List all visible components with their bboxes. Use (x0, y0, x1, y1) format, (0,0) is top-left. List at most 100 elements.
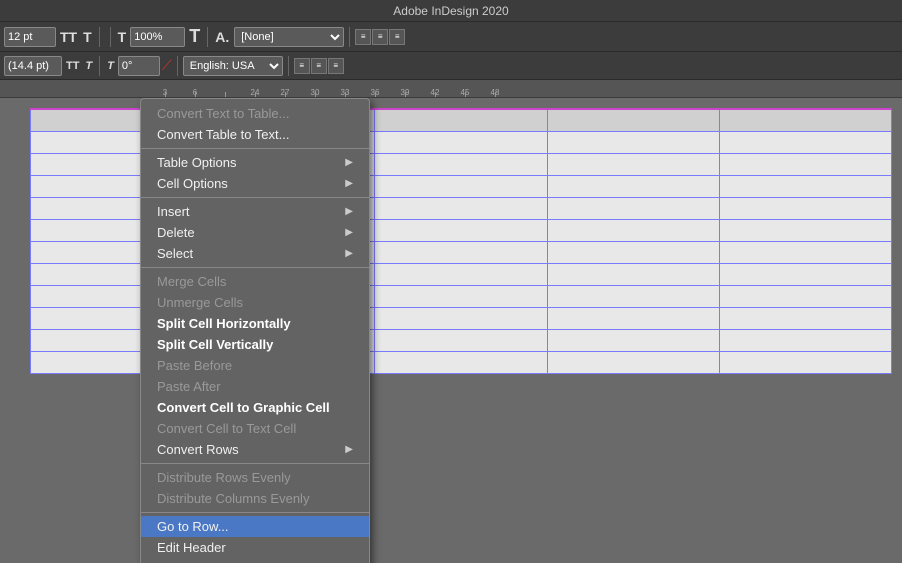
menu-item-table-options[interactable]: Table Options ▶ (141, 152, 369, 173)
menu-item-edit-footer[interactable]: Edit Footer (141, 558, 369, 563)
menu-item-label: Select (157, 246, 345, 261)
ruler-marks: 3 6 24 27 30 33 36 39 42 45 48 (0, 88, 902, 97)
align-right-btn[interactable]: ≡ (389, 29, 405, 45)
table-cell[interactable] (719, 285, 891, 307)
table-cell[interactable] (375, 109, 547, 131)
table-cell[interactable] (375, 263, 547, 285)
menu-item-paste-after[interactable]: Paste After (141, 376, 369, 397)
table-cell[interactable] (719, 307, 891, 329)
leading-input[interactable] (4, 56, 62, 76)
menu-item-label: Delete (157, 225, 345, 240)
menu-item-split-cell-horizontally[interactable]: Split Cell Horizontally (141, 313, 369, 334)
table-cell[interactable] (375, 241, 547, 263)
divider-7 (288, 56, 289, 76)
table-cell[interactable] (547, 219, 719, 241)
submenu-arrow: ▶ (345, 444, 353, 455)
menu-item-convert-table-to-text[interactable]: Convert Table to Text... (141, 124, 369, 145)
table-cell[interactable] (547, 175, 719, 197)
table-cell[interactable] (547, 329, 719, 351)
menu-item-paste-before[interactable]: Paste Before (141, 355, 369, 376)
menu-separator-2 (141, 197, 369, 198)
table-area: Convert Text to Table... Convert Table t… (0, 98, 902, 563)
table-cell[interactable] (719, 153, 891, 175)
menu-item-label: Paste Before (157, 358, 353, 373)
table-cell[interactable] (719, 131, 891, 153)
menu-item-convert-cell-graphic[interactable]: Convert Cell to Graphic Cell (141, 397, 369, 418)
table-cell[interactable] (547, 351, 719, 373)
ruler-mark-45: 45 (450, 88, 480, 97)
table-cell[interactable] (375, 329, 547, 351)
table-cell[interactable] (547, 153, 719, 175)
menu-item-label: Convert Text to Table... (157, 106, 353, 121)
table-cell[interactable] (375, 219, 547, 241)
menu-item-distribute-rows[interactable]: Distribute Rows Evenly (141, 467, 369, 488)
style-dropdown[interactable]: [None] (234, 27, 344, 47)
align-left-btn[interactable]: ≡ (355, 29, 371, 45)
align-center-btn[interactable]: ≡ (372, 29, 388, 45)
table-cell[interactable] (375, 197, 547, 219)
menu-item-merge-cells[interactable]: Merge Cells (141, 271, 369, 292)
table-cell[interactable] (719, 263, 891, 285)
menu-item-select[interactable]: Select ▶ (141, 243, 369, 264)
menu-item-delete[interactable]: Delete ▶ (141, 222, 369, 243)
menu-item-convert-rows[interactable]: Convert Rows ▶ (141, 439, 369, 460)
table-cell[interactable] (547, 241, 719, 263)
table-cell[interactable] (719, 219, 891, 241)
text-icon-tt: TT (58, 29, 79, 45)
table-cell[interactable] (375, 175, 547, 197)
ruler-mark-39: 39 (390, 88, 420, 97)
table-cell[interactable] (375, 351, 547, 373)
table-cell[interactable] (375, 153, 547, 175)
submenu-arrow: ▶ (345, 248, 353, 259)
table-cell[interactable] (719, 197, 891, 219)
table-cell[interactable] (719, 329, 891, 351)
table-cell[interactable] (547, 307, 719, 329)
table-cell[interactable] (719, 109, 891, 131)
menu-item-convert-cell-text[interactable]: Convert Cell to Text Cell (141, 418, 369, 439)
menu-separator-3 (141, 267, 369, 268)
divider-1 (99, 27, 100, 47)
table-cell[interactable] (719, 175, 891, 197)
menu-item-label: Convert Rows (157, 442, 345, 457)
font-size-input[interactable] (4, 27, 56, 47)
divider-4 (349, 27, 350, 47)
menu-item-cell-options[interactable]: Cell Options ▶ (141, 173, 369, 194)
menu-separator-4 (141, 463, 369, 464)
menu-item-convert-text-to-table[interactable]: Convert Text to Table... (141, 103, 369, 124)
leading-group: TT T (4, 56, 94, 76)
menu-item-insert[interactable]: Insert ▶ (141, 201, 369, 222)
table-cell[interactable] (547, 131, 719, 153)
ruler-mark-24: 24 (240, 88, 270, 97)
ruler-mark-36: 36 (360, 88, 390, 97)
table-cell[interactable] (547, 263, 719, 285)
menu-item-label: Insert (157, 204, 345, 219)
table-cell[interactable] (719, 351, 891, 373)
rotate-input[interactable] (118, 56, 160, 76)
table-cell[interactable] (719, 241, 891, 263)
ruler-mark-30: 30 (300, 88, 330, 97)
table-cell[interactable] (547, 109, 719, 131)
zoom-group: T T (116, 26, 203, 47)
table-cell[interactable] (547, 197, 719, 219)
menu-item-unmerge-cells[interactable]: Unmerge Cells (141, 292, 369, 313)
submenu-arrow: ▶ (345, 206, 353, 217)
submenu-arrow: ▶ (345, 178, 353, 189)
table-cell[interactable] (547, 285, 719, 307)
menu-item-distribute-cols[interactable]: Distribute Columns Evenly (141, 488, 369, 509)
align-right-btn-2[interactable]: ≡ (328, 58, 344, 74)
table-cell[interactable] (375, 307, 547, 329)
language-dropdown[interactable]: English: USA (183, 56, 283, 76)
text-icon-T2: T (116, 29, 129, 45)
menu-item-edit-header[interactable]: Edit Header (141, 537, 369, 558)
menu-item-label: Edit Header (157, 540, 353, 555)
a-label: A. (213, 29, 231, 45)
align-center-btn-2[interactable]: ≡ (311, 58, 327, 74)
italic-T: T (105, 60, 116, 72)
table-cell[interactable] (375, 131, 547, 153)
table-cell[interactable] (375, 285, 547, 307)
menu-item-go-to-row[interactable]: Go to Row... (141, 516, 369, 537)
zoom-input[interactable] (130, 27, 185, 47)
align-left-btn-2[interactable]: ≡ (294, 58, 310, 74)
ruler-mark-42: 42 (420, 88, 450, 97)
menu-item-split-cell-vertically[interactable]: Split Cell Vertically (141, 334, 369, 355)
